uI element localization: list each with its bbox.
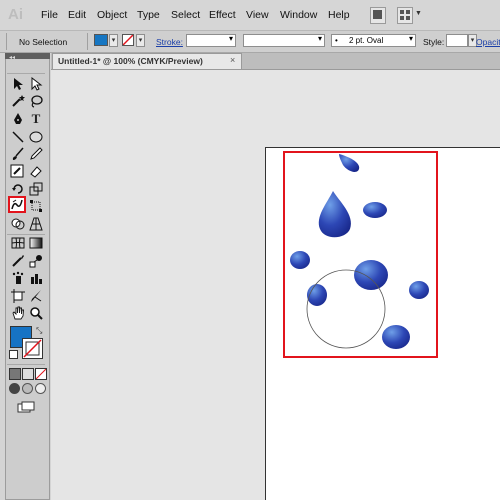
highlight-box bbox=[283, 151, 438, 358]
type-tool-icon[interactable]: T bbox=[29, 112, 43, 126]
menu-type[interactable]: Type bbox=[137, 9, 160, 21]
menu-view[interactable]: View bbox=[246, 9, 269, 21]
no-stroke-icon bbox=[123, 35, 133, 45]
selection-status: No Selection bbox=[19, 37, 68, 47]
menu-help[interactable]: Help bbox=[328, 9, 350, 21]
opacity-label-link[interactable]: Opacity bbox=[476, 37, 500, 47]
column-graph-tool-icon[interactable] bbox=[29, 271, 43, 285]
chevron-down-icon: ▾ bbox=[228, 34, 233, 43]
direct-selection-tool-icon[interactable] bbox=[29, 76, 43, 91]
bridge-button[interactable] bbox=[370, 7, 386, 24]
symbol-sprayer-tool-icon[interactable] bbox=[11, 271, 25, 285]
menu-file[interactable]: File bbox=[41, 9, 58, 21]
slice-tool-icon[interactable] bbox=[29, 289, 43, 303]
draw-behind-icon[interactable] bbox=[22, 383, 33, 394]
bridge-icon bbox=[373, 10, 382, 19]
draw-inside-icon[interactable] bbox=[35, 383, 46, 394]
stroke-label-link[interactable]: Stroke: bbox=[156, 37, 183, 47]
pen-tool-icon[interactable] bbox=[11, 112, 25, 126]
shape-builder-tool-icon[interactable] bbox=[11, 217, 25, 231]
stroke-weight-field[interactable]: ▾ bbox=[186, 34, 236, 47]
eraser-tool-icon[interactable] bbox=[29, 164, 43, 178]
ellipse-tool-icon[interactable] bbox=[29, 130, 43, 144]
swap-fill-stroke-icon[interactable]: ⤡ bbox=[36, 326, 42, 336]
divider bbox=[7, 364, 45, 365]
color-mode-icon[interactable] bbox=[9, 368, 21, 380]
blob-brush-tool-icon[interactable] bbox=[10, 164, 24, 178]
fill-color-chip bbox=[95, 35, 107, 45]
divider bbox=[87, 33, 88, 50]
artboard-tool-icon[interactable] bbox=[11, 289, 25, 303]
mesh-tool-icon[interactable] bbox=[11, 236, 25, 250]
magic-wand-tool-icon[interactable] bbox=[11, 94, 25, 108]
chevron-down-icon: ▾ bbox=[408, 34, 413, 43]
menu-window[interactable]: Window bbox=[280, 9, 317, 21]
default-fill-stroke-icon[interactable] bbox=[9, 350, 18, 359]
collapse-icon[interactable]: ◂◂ bbox=[9, 54, 15, 61]
line-tool-icon[interactable] bbox=[11, 130, 25, 144]
menu-object[interactable]: Object bbox=[97, 9, 127, 21]
divider bbox=[7, 234, 45, 235]
none-mode-icon[interactable] bbox=[35, 368, 47, 380]
fill-dropdown[interactable]: ▾ bbox=[109, 34, 118, 47]
divider bbox=[7, 73, 45, 74]
brush-definition-field[interactable]: • 2 pt. Oval ▾ bbox=[331, 34, 416, 47]
brush-bullet: • bbox=[335, 36, 338, 45]
brush-name: 2 pt. Oval bbox=[349, 36, 384, 45]
paintbrush-tool-icon[interactable] bbox=[11, 147, 25, 161]
gradient-tool-icon[interactable] bbox=[29, 236, 43, 250]
gradient-mode-icon[interactable] bbox=[22, 368, 34, 380]
hand-tool-icon[interactable] bbox=[11, 306, 25, 320]
screen-mode-icon[interactable] bbox=[17, 401, 37, 413]
warp-tool-icon[interactable] bbox=[8, 196, 26, 213]
menu-effect[interactable]: Effect bbox=[209, 9, 236, 21]
lasso-tool-icon[interactable] bbox=[29, 94, 43, 108]
eyedropper-tool-icon[interactable] bbox=[11, 254, 25, 268]
app-logo: Ai bbox=[8, 6, 23, 23]
zoom-tool-icon[interactable] bbox=[29, 306, 43, 320]
chevron-down-icon[interactable]: ▼ bbox=[415, 10, 422, 17]
fill-color-swatch[interactable] bbox=[94, 34, 108, 46]
style-swatch[interactable] bbox=[446, 34, 468, 47]
chevron-down-icon: ▾ bbox=[317, 34, 322, 43]
selection-tool-icon[interactable] bbox=[11, 77, 25, 91]
draw-normal-icon[interactable] bbox=[9, 383, 20, 394]
style-label: Style: bbox=[423, 37, 445, 47]
rotate-tool-icon[interactable] bbox=[11, 182, 25, 196]
pencil-tool-icon[interactable] bbox=[29, 147, 43, 161]
blend-tool-icon[interactable] bbox=[29, 254, 43, 268]
free-transform-tool-icon[interactable] bbox=[29, 199, 43, 213]
variable-width-field[interactable]: ▾ bbox=[243, 34, 325, 47]
stroke-swatch[interactable] bbox=[22, 338, 43, 359]
document-tab-title[interactable]: Untitled-1* @ 100% (CMYK/Preview) bbox=[58, 56, 203, 66]
menu-select[interactable]: Select bbox=[171, 9, 200, 21]
scale-tool-icon[interactable] bbox=[29, 182, 43, 196]
arrange-documents-icon bbox=[400, 10, 410, 20]
stroke-dropdown[interactable]: ▾ bbox=[136, 34, 145, 47]
close-icon[interactable]: × bbox=[230, 55, 235, 65]
control-bar-grip bbox=[6, 33, 7, 50]
arrange-documents-button[interactable] bbox=[397, 7, 413, 24]
no-stroke-icon bbox=[23, 339, 42, 358]
stroke-color-swatch[interactable] bbox=[122, 34, 134, 46]
perspective-grid-tool-icon[interactable] bbox=[29, 217, 43, 231]
menu-edit[interactable]: Edit bbox=[68, 9, 86, 21]
